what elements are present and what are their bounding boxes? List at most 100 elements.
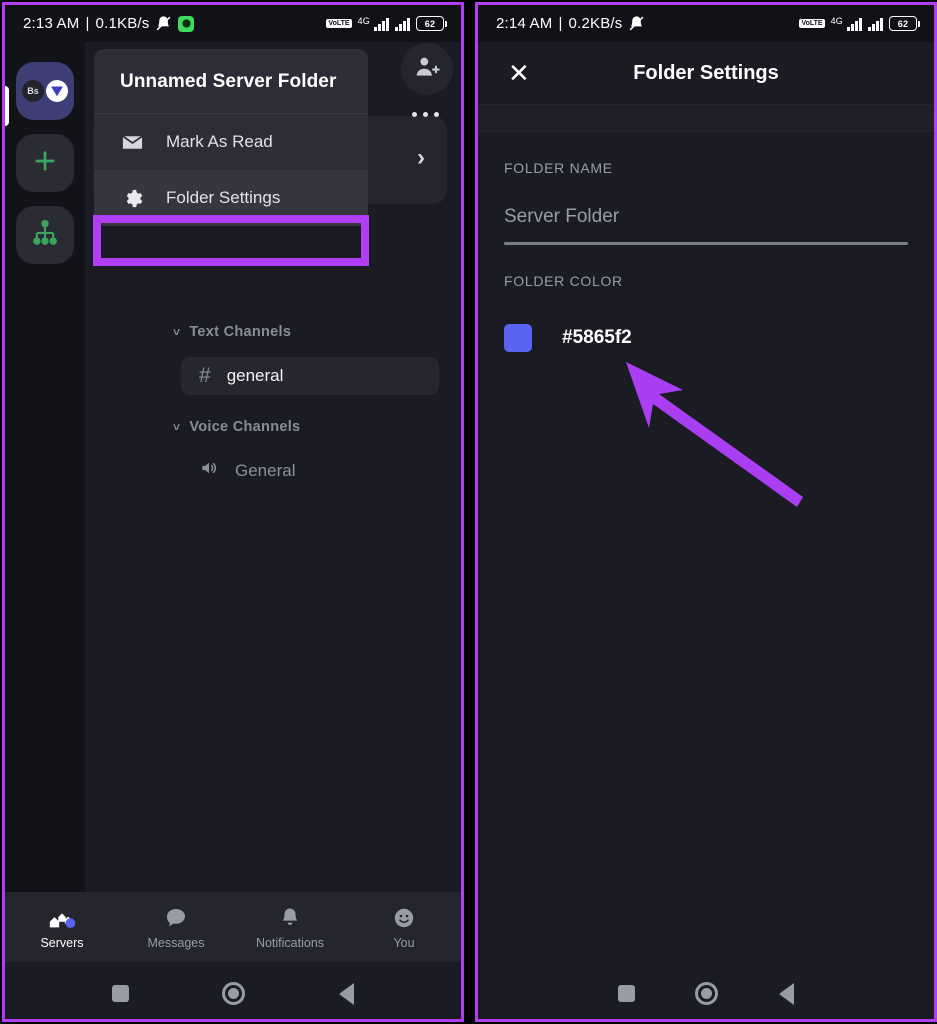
smiley-face-icon	[392, 905, 416, 931]
signal-bars-sim2-icon	[395, 17, 410, 31]
speaker-icon	[199, 458, 219, 484]
channel-name: general	[226, 366, 284, 385]
status-data-rate: 0.1KB/s	[95, 15, 150, 32]
add-person-icon	[414, 54, 440, 85]
tab-label: Notifications	[255, 935, 325, 950]
color-hex-label: #5865f2	[562, 327, 632, 348]
bottom-tab-bar: Servers Messages Notifications You	[5, 892, 461, 962]
volte-icon: VoLTE	[326, 19, 352, 28]
folder-name-input[interactable]: Server Folder	[504, 206, 908, 245]
chevron-right-icon[interactable]: ›	[417, 144, 425, 172]
tab-label: Servers	[40, 935, 84, 950]
folder-name-value[interactable]: Server Folder	[504, 206, 908, 228]
chevron-down-icon: ˅	[173, 325, 181, 339]
channel-row-general-text[interactable]: # general	[181, 357, 439, 395]
explore-servers-button[interactable]	[16, 206, 74, 264]
gear-icon	[120, 186, 144, 210]
right-phone-screenshot: 2:14 AM | 0.2KB/s VoLTE 4G 62 ✕ Folder S…	[475, 2, 937, 1022]
left-phone-screenshot: 2:13 AM | 0.1KB/s VoLTE 4G 62 Bs › Unnam…	[2, 2, 464, 1022]
add-server-button[interactable]	[16, 134, 74, 192]
page-title: Folder Settings	[633, 61, 779, 84]
folder-color-section-label: FOLDER COLOR	[504, 273, 623, 289]
battery-cap	[918, 20, 920, 27]
bell-muted-icon	[628, 15, 645, 32]
triangle-back-icon[interactable]	[778, 982, 794, 1005]
color-swatch[interactable]	[504, 324, 532, 352]
dot-2	[423, 112, 428, 117]
dot-3	[434, 112, 439, 117]
battery-icon: 62	[889, 16, 920, 31]
tab-label: Messages	[147, 935, 205, 950]
dot-1	[412, 112, 417, 117]
header-spacer	[478, 105, 934, 132]
square-recents-icon[interactable]	[111, 985, 129, 1002]
folder-settings-screen: ✕ Folder Settings FOLDER NAME Server Fol…	[478, 42, 934, 1019]
arrow-annotation	[626, 362, 803, 507]
context-menu-item-label: Mark As Read	[166, 132, 273, 151]
context-menu-title: Unnamed Server Folder	[94, 49, 368, 114]
add-friend-button[interactable]	[401, 43, 453, 95]
network-type-label: 4G	[830, 16, 843, 26]
status-data-rate: 0.2KB/s	[568, 15, 623, 32]
channel-row-general-voice[interactable]: General	[181, 452, 439, 490]
circle-home-icon[interactable]	[222, 982, 246, 1005]
folder-context-menu: Unnamed Server Folder Mark As Read Folde…	[94, 49, 368, 226]
tab-you[interactable]: You	[347, 905, 461, 950]
voice-channels-label: Voice Channels	[189, 419, 301, 435]
guild-server-folder[interactable]: Bs	[16, 62, 74, 120]
folder-color-picker-row[interactable]: #5865f2	[504, 324, 934, 352]
chat-bubble-icon	[163, 905, 189, 931]
status-bar-left: 2:13 AM | 0.1KB/s	[23, 15, 195, 32]
folder-name-section-label: FOLDER NAME	[504, 160, 613, 176]
network-type-label: 4G	[357, 16, 370, 26]
tab-messages[interactable]: Messages	[119, 905, 233, 950]
folder-preview-icons: Bs	[22, 80, 68, 102]
guild-badge-bs: Bs	[22, 80, 44, 102]
voice-channels-header[interactable]: ˅ Voice Channels	[173, 419, 300, 435]
battery-cap	[445, 20, 447, 27]
close-x-icon[interactable]: ✕	[508, 60, 530, 86]
right-status-bar: 2:14 AM | 0.2KB/s VoLTE 4G 62	[478, 5, 934, 42]
bell-muted-icon	[155, 15, 172, 32]
bell-icon	[278, 905, 302, 931]
status-time: 2:14 AM	[496, 15, 553, 32]
signal-bars-sim1-icon	[847, 17, 862, 31]
volte-icon: VoLTE	[799, 19, 825, 28]
left-app-body: Bs › Unnamed Server Folder Mark As Read …	[5, 42, 461, 1019]
hash-icon: #	[199, 364, 211, 387]
text-channels-header[interactable]: ˅ Text Channels	[173, 324, 291, 340]
signal-bars-sim1-icon	[374, 17, 389, 31]
tab-servers[interactable]: Servers	[5, 905, 119, 950]
square-recents-icon[interactable]	[618, 985, 636, 1002]
signal-bars-sim2-icon	[868, 17, 883, 31]
status-separator: |	[558, 15, 563, 32]
status-separator: |	[85, 15, 90, 32]
screenshot-root: 2:13 AM | 0.1KB/s VoLTE 4G 62 Bs › Unnam…	[0, 0, 937, 1024]
context-menu-item-folder-settings[interactable]: Folder Settings	[94, 170, 368, 226]
battery-icon: 62	[416, 16, 447, 31]
android-nav-bar	[478, 962, 934, 1019]
tab-label: You	[393, 935, 415, 950]
folder-settings-header: ✕ Folder Settings	[478, 42, 934, 105]
guild-badge-logo-icon	[46, 80, 68, 102]
left-status-bar: 2:13 AM | 0.1KB/s VoLTE 4G 62	[5, 5, 461, 42]
battery-level-label: 62	[889, 16, 917, 31]
compass-hierarchy-icon	[31, 219, 59, 252]
servers-icon	[47, 905, 77, 931]
triangle-back-icon[interactable]	[339, 982, 355, 1005]
more-horizontal-icon[interactable]	[412, 112, 439, 117]
left-content-column: friends ›	[85, 42, 461, 1019]
text-channels-label: Text Channels	[189, 324, 292, 340]
battery-level-label: 62	[416, 16, 444, 31]
guild-rail: Bs	[5, 42, 85, 1019]
context-menu-item-mark-as-read[interactable]: Mark As Read	[94, 114, 368, 170]
status-time: 2:13 AM	[23, 15, 80, 32]
channel-name: General	[235, 461, 296, 480]
chevron-down-icon: ˅	[173, 420, 181, 434]
envelope-icon	[120, 130, 144, 154]
android-nav-bar	[5, 962, 461, 1019]
context-menu-item-label: Folder Settings	[166, 188, 281, 207]
arrow-annotation-layer	[478, 42, 934, 1019]
tab-notifications[interactable]: Notifications	[233, 905, 347, 950]
circle-home-icon[interactable]	[695, 982, 719, 1005]
